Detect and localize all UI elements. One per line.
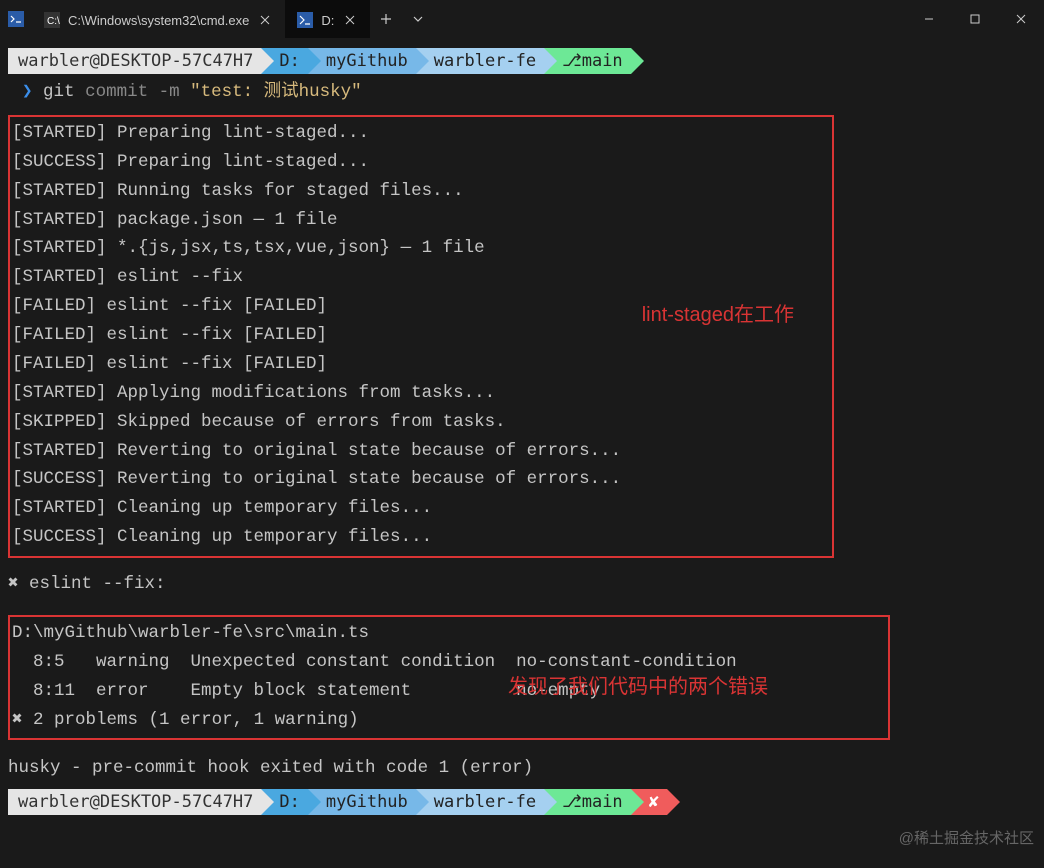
prompt-icon: ❯ — [22, 82, 43, 102]
titlebar: C:\ C:\Windows\system32\cmd.exe D: — [0, 0, 1044, 38]
tab-d[interactable]: D: — [285, 0, 370, 38]
output-line: [STARTED] Cleaning up temporary files... — [12, 494, 828, 523]
output-line: [STARTED] Running tasks for staged files… — [12, 177, 828, 206]
cmd-icon: C:\ — [44, 12, 60, 28]
output-line: [STARTED] eslint --fix — [12, 263, 828, 292]
output-line: ✖ 2 problems (1 error, 1 warning) — [12, 706, 884, 735]
output-line: [SUCCESS] Reverting to original state be… — [12, 465, 828, 494]
breadcrumb: warbler@DESKTOP-57C47H7 D: myGithub warb… — [8, 789, 1036, 815]
watermark: @稀土掘金技术社区 — [899, 827, 1034, 848]
crumb-user: warbler@DESKTOP-57C47H7 — [8, 48, 261, 74]
output-line: [STARTED] Preparing lint-staged... — [12, 119, 828, 148]
app-icon — [0, 0, 32, 38]
output-line: D:\myGithub\warbler-fe\src\main.ts — [12, 619, 884, 648]
output-line: [SUCCESS] Preparing lint-staged... — [12, 148, 828, 177]
maximize-button[interactable] — [952, 0, 998, 38]
output-line: [STARTED] package.json — 1 file — [12, 206, 828, 235]
annotation-text: 发现了我们代码中的两个错误 — [508, 671, 768, 704]
output-line: [STARTED] *.{js,jsx,ts,tsx,vue,json} — 1… — [12, 234, 828, 263]
crumb-path: warbler-fe — [416, 789, 544, 815]
minimize-button[interactable] — [906, 0, 952, 38]
command-line: ❯ git commit -m "test: 测试husky" — [8, 76, 1036, 111]
tab-dropdown-button[interactable] — [402, 16, 434, 22]
svg-text:C:\: C:\ — [47, 16, 60, 27]
output-line: [SKIPPED] Skipped because of errors from… — [12, 408, 828, 437]
annotation-box-lint: [STARTED] Preparing lint-staged... [SUCC… — [8, 115, 834, 558]
tab-cmd[interactable]: C:\ C:\Windows\system32\cmd.exe — [32, 0, 285, 38]
annotation-text: lint-staged在工作 — [642, 299, 794, 332]
close-button[interactable] — [998, 0, 1044, 38]
output-line: [STARTED] Applying modifications from ta… — [12, 379, 828, 408]
breadcrumb: warbler@DESKTOP-57C47H7 D: myGithub warb… — [8, 48, 1036, 74]
terminal-body[interactable]: warbler@DESKTOP-57C47H7 D: myGithub warb… — [0, 38, 1044, 825]
output-line: [FAILED] eslint --fix [FAILED] — [12, 350, 828, 379]
crumb-path: myGithub — [308, 48, 416, 74]
output-line: [SUCCESS] Cleaning up temporary files... — [12, 523, 828, 552]
annotation-box-eslint: D:\myGithub\warbler-fe\src\main.ts 8:5 w… — [8, 615, 890, 741]
cmd-git: git — [43, 82, 75, 102]
new-tab-button[interactable] — [370, 13, 402, 25]
crumb-path: warbler-fe — [416, 48, 544, 74]
cmd-flag: -m — [159, 82, 180, 102]
husky-line: husky - pre-commit hook exited with code… — [8, 754, 1036, 783]
powershell-icon — [297, 12, 313, 28]
output-line: [STARTED] Reverting to original state be… — [12, 437, 828, 466]
close-icon[interactable] — [257, 12, 273, 28]
crumb-user: warbler@DESKTOP-57C47H7 — [8, 789, 261, 815]
window-controls — [906, 0, 1044, 38]
eslint-heading: ✖ eslint --fix: — [8, 570, 1036, 599]
close-icon[interactable] — [342, 12, 358, 28]
cmd-subcommand: commit — [85, 82, 148, 102]
crumb-path: myGithub — [308, 789, 416, 815]
tab-title: C:\Windows\system32\cmd.exe — [68, 13, 249, 28]
cmd-string: "test: 测试husky" — [190, 82, 362, 102]
tab-title: D: — [321, 13, 334, 28]
